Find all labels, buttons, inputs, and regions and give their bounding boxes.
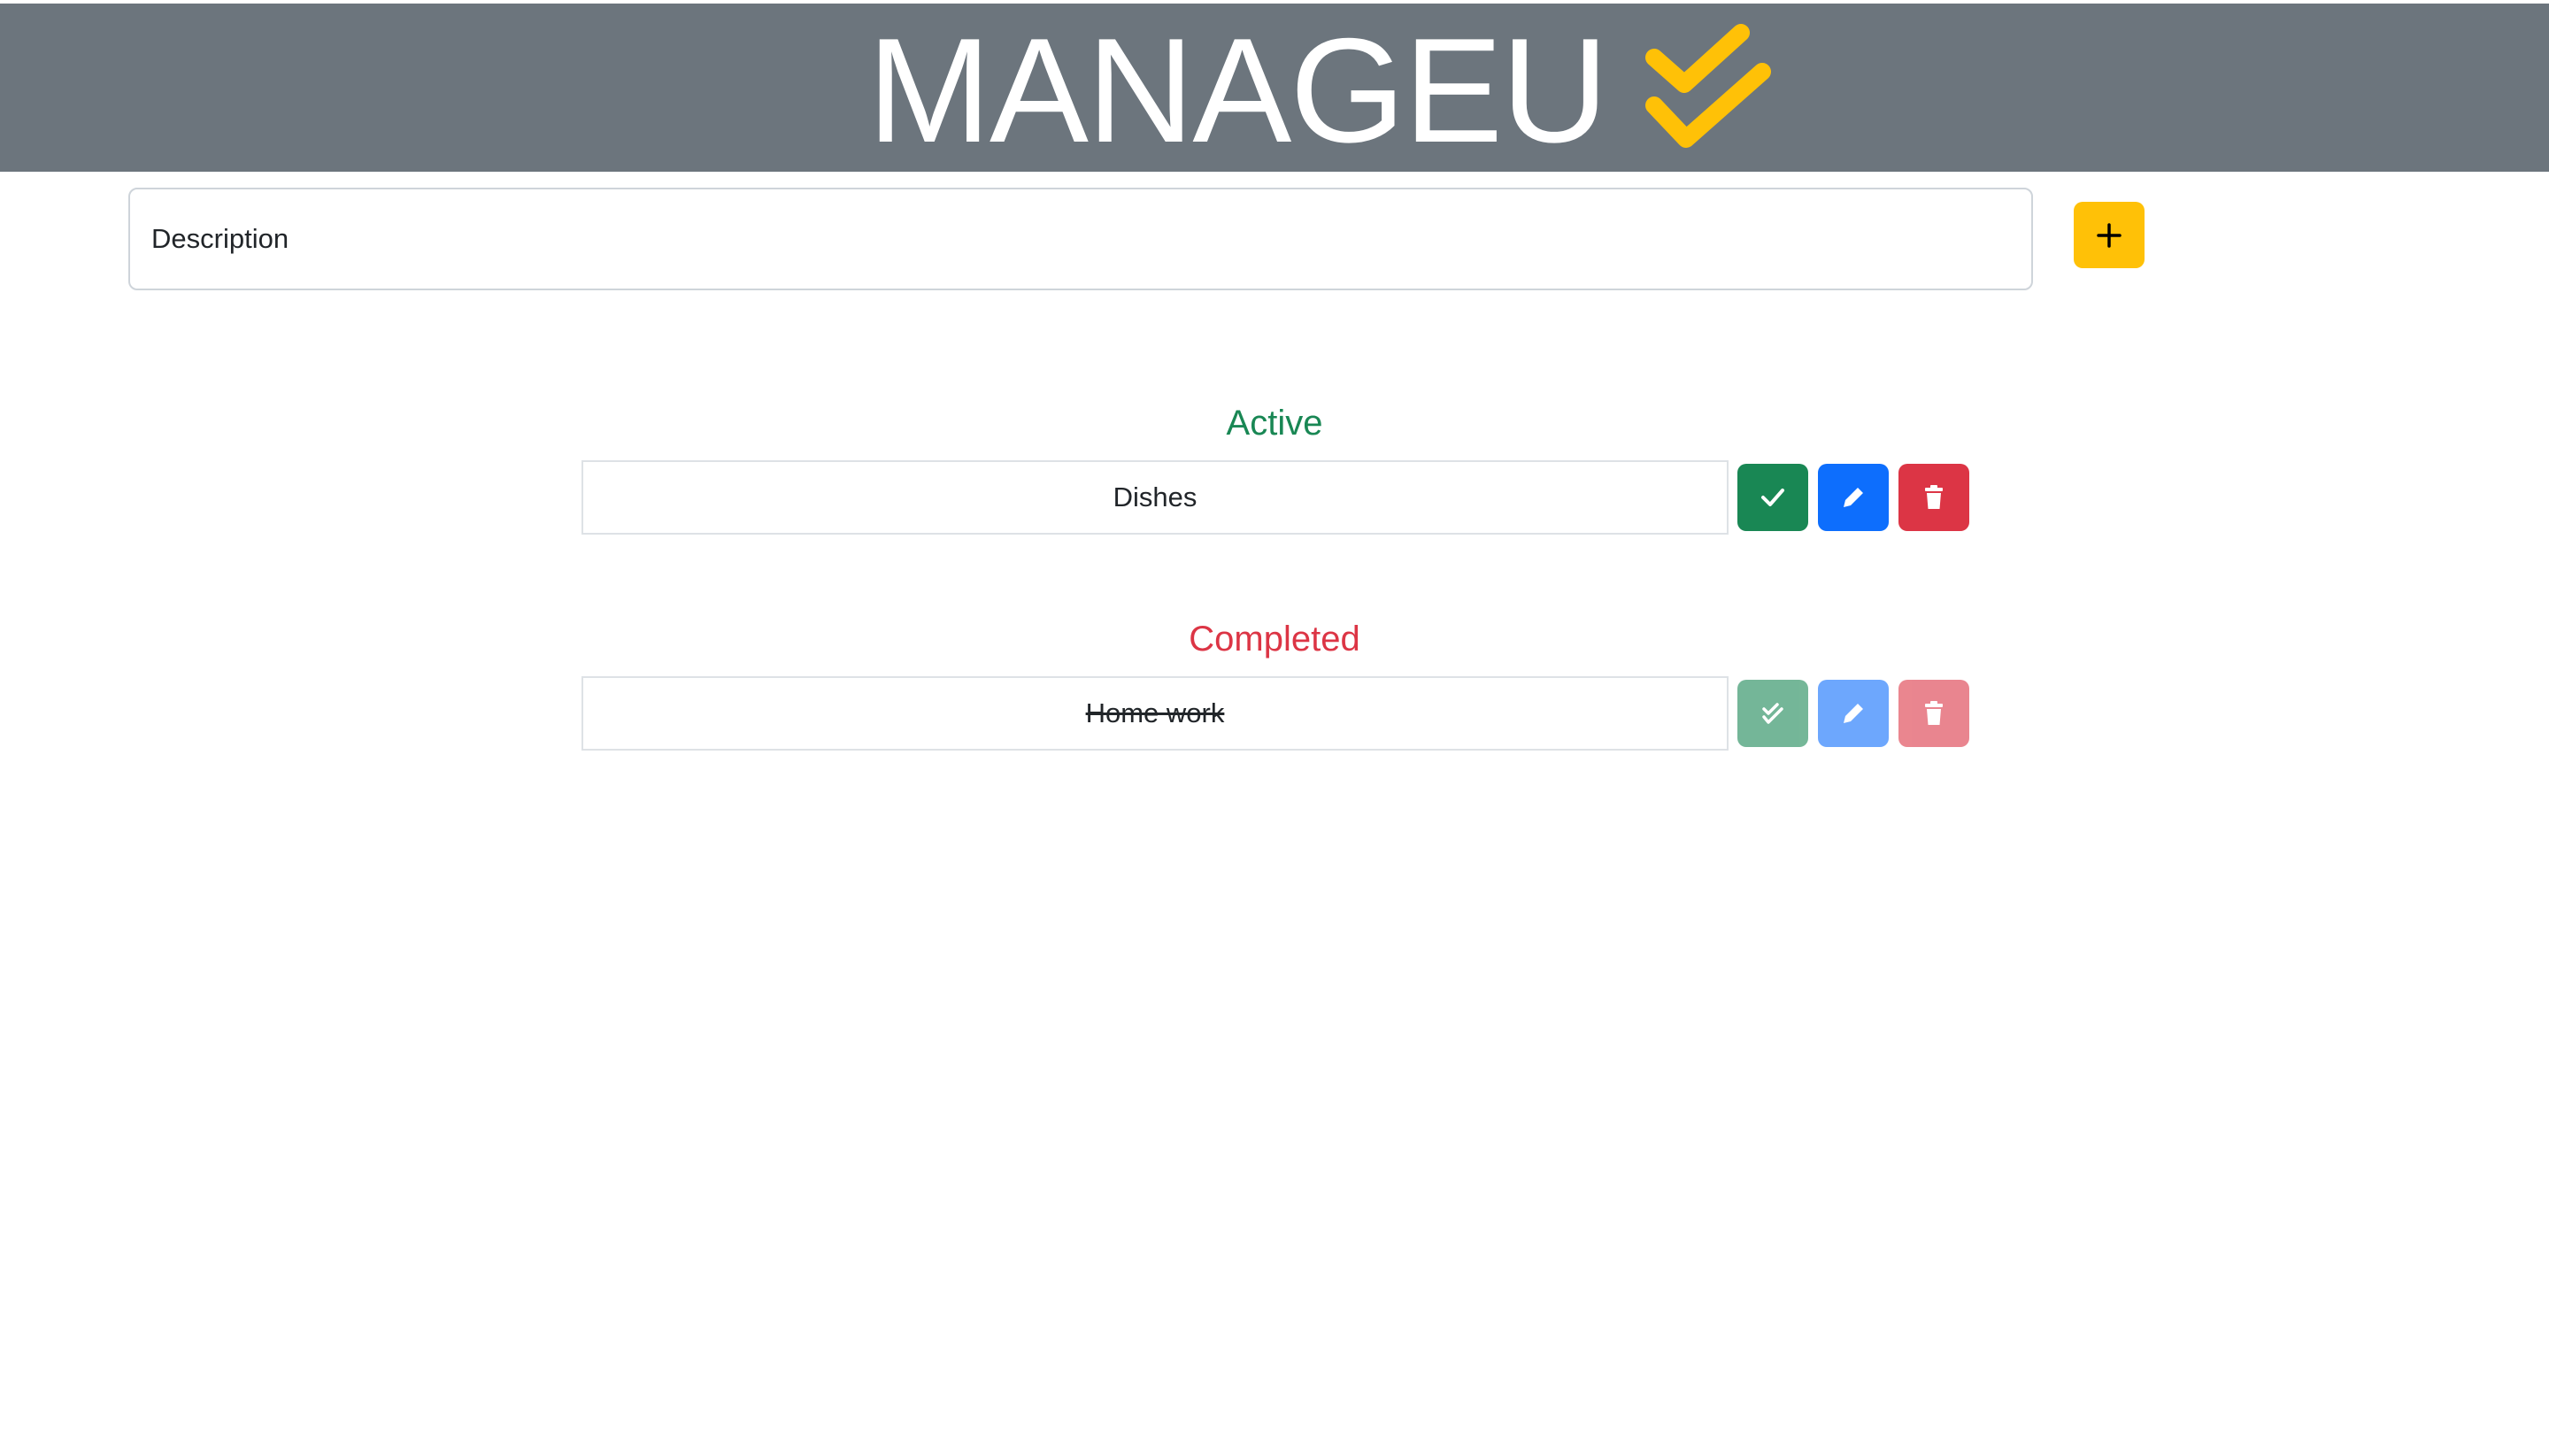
delete-task-button[interactable] <box>1898 464 1969 531</box>
check-icon <box>1761 489 1784 506</box>
pencil-icon <box>1844 488 1863 507</box>
delete-task-button[interactable] <box>1898 680 1969 747</box>
complete-task-button[interactable] <box>1737 464 1808 531</box>
double-check-icon <box>1762 703 1783 724</box>
completed-section-title: Completed <box>1189 620 1360 659</box>
complete-task-button[interactable] <box>1737 680 1808 747</box>
double-check-icon <box>1645 24 1772 148</box>
task-row: Home work <box>581 676 1969 751</box>
edit-task-button[interactable] <box>1818 464 1889 531</box>
add-task-button[interactable] <box>2074 202 2145 268</box>
description-input[interactable] <box>128 188 2033 290</box>
brand: MANAGEU <box>867 7 1772 173</box>
task-row: Dishes <box>581 460 1969 535</box>
active-section-title: Active <box>1226 404 1323 443</box>
app-header: MANAGEU <box>0 4 2549 172</box>
plus-icon <box>2097 222 2122 248</box>
pencil-icon <box>1844 704 1863 723</box>
app-title: MANAGEU <box>867 7 1608 173</box>
trash-icon <box>1925 701 1943 725</box>
task-description: Home work <box>581 676 1729 751</box>
edit-task-button[interactable] <box>1818 680 1889 747</box>
task-description: Dishes <box>581 460 1729 535</box>
trash-icon <box>1925 485 1943 509</box>
